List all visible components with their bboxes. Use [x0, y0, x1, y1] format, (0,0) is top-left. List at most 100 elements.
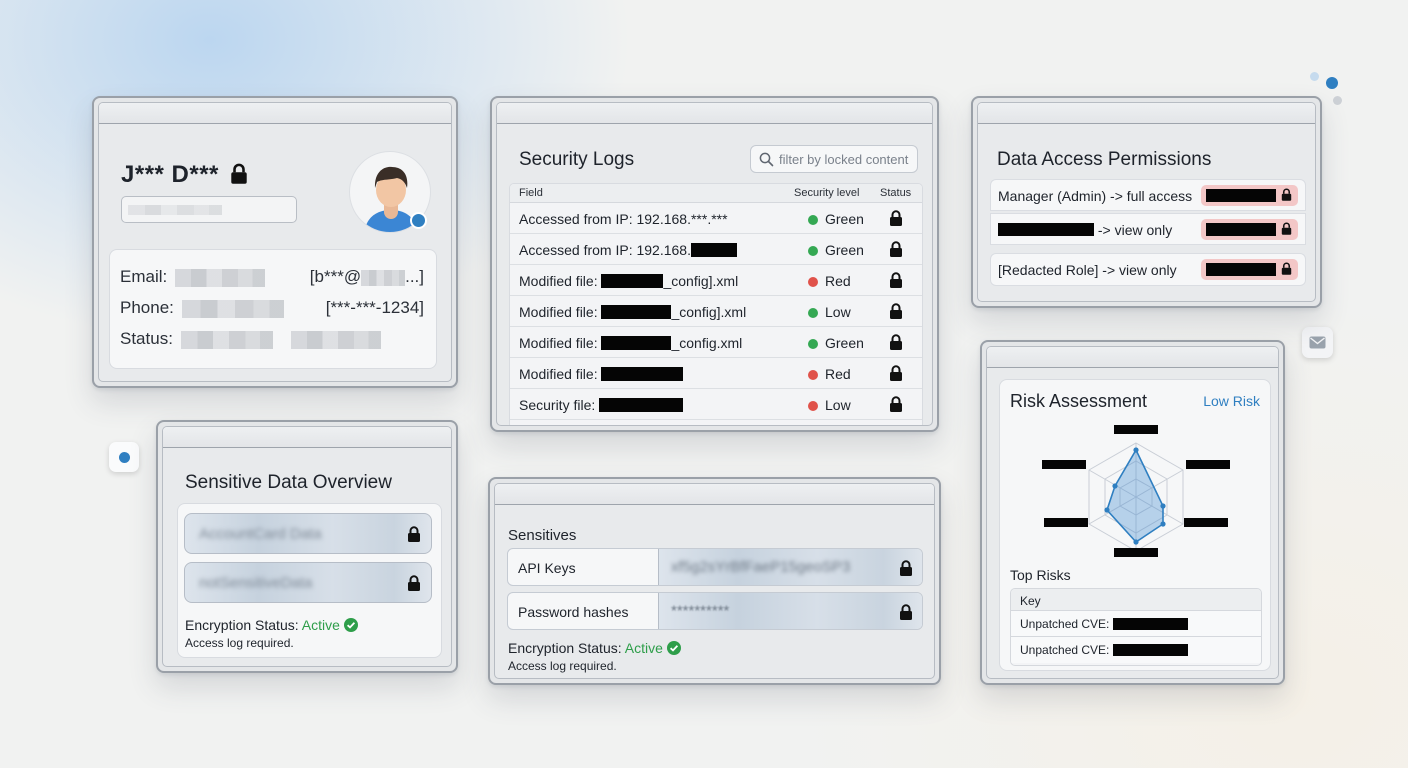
- search-icon: [759, 152, 774, 167]
- sensitive-overview-window: Sensitive Data Overview AccountCard Data…: [156, 420, 458, 673]
- blurred-field-2[interactable]: notSensitiveData: [184, 562, 432, 603]
- log-row[interactable]: Accessed from IP: 192.168. Green: [510, 234, 922, 265]
- status-row: Status:: [120, 329, 382, 349]
- check-circle-icon: [343, 618, 358, 632]
- permission-label: Manager (Admin) -> full access: [998, 188, 1193, 204]
- lock-icon: [1281, 188, 1292, 201]
- redacted-value-badge[interactable]: [1201, 219, 1298, 240]
- risk-radar-chart: [1042, 425, 1230, 557]
- status-chip[interactable]: [109, 442, 139, 472]
- risk-window: Risk Assessment Low Risk Top Risks Key U…: [980, 340, 1285, 685]
- profile-details-card: Email: [b***@...] Phone: [***-***-1234] …: [109, 249, 437, 369]
- lock-icon: [889, 272, 903, 288]
- phone-row: Phone:: [120, 298, 284, 318]
- blurred-value: **********: [658, 593, 922, 629]
- mail-icon: [1309, 336, 1326, 349]
- log-row[interactable]: Security file: Low: [510, 389, 922, 420]
- risk-level-badge[interactable]: Low Risk: [1203, 393, 1260, 409]
- lock-icon: [407, 575, 421, 591]
- mail-chip[interactable]: [1302, 327, 1333, 358]
- log-row[interactable]: Modified file: _config].xml Red: [510, 265, 922, 296]
- permissions-window: Data Access Permissions Manager (Admin) …: [971, 96, 1322, 308]
- redacted-block: [601, 304, 672, 319]
- search-input[interactable]: filter by locked content: [750, 145, 918, 173]
- log-row[interactable]: Modified file: _config].xml Low: [510, 296, 922, 327]
- access-log-note: Access log required.: [185, 636, 294, 650]
- blurred-value: xf5g2sYrBfFaeP15geoSP3: [658, 549, 922, 585]
- lock-icon: [889, 303, 903, 319]
- redacted-block: [599, 397, 684, 412]
- security-logs-table: Field Security level Status Accessed fro…: [509, 183, 923, 425]
- avatar-online-dot: [410, 212, 427, 229]
- risk-row[interactable]: Unpatched CVE:: [1011, 611, 1261, 637]
- permission-row[interactable]: [Redacted Role] -> view only: [990, 253, 1306, 286]
- col-security-level: Security level: [794, 187, 860, 199]
- redacted-block: [1113, 644, 1188, 656]
- permission-label: [Redacted Role] -> view only: [998, 262, 1177, 278]
- security-logs-titlebar[interactable]: [497, 103, 932, 124]
- level-dot: [808, 246, 818, 257]
- lock-icon: [889, 241, 903, 257]
- lock-icon: [899, 604, 913, 620]
- sensitive-overview-title: Sensitive Data Overview: [185, 472, 392, 493]
- sensitives-title: Sensitives: [508, 527, 577, 544]
- level-dot: [808, 277, 818, 288]
- risk-row[interactable]: Unpatched CVE:: [1011, 637, 1261, 663]
- log-level: Red: [808, 366, 851, 382]
- redacted-block: [1113, 618, 1188, 630]
- log-field: Security file:: [519, 397, 684, 413]
- sensitive-row[interactable]: API Keys xf5g2sYrBfFaeP15geoSP3: [507, 548, 923, 586]
- profile-name: J*** D***: [121, 161, 219, 188]
- lock-icon: [889, 396, 903, 412]
- level-dot: [808, 215, 818, 226]
- security-logs-title: Security Logs: [519, 149, 635, 170]
- sensitives-titlebar[interactable]: [495, 484, 934, 505]
- permissions-titlebar[interactable]: [978, 103, 1315, 124]
- profile-name-input[interactable]: [121, 196, 297, 223]
- permission-row[interactable]: Manager (Admin) -> full access: [990, 179, 1306, 211]
- redacted-value-badge[interactable]: [1201, 185, 1298, 206]
- log-field: Accessed from IP: 192.168.: [519, 242, 737, 258]
- log-field: Modified file: _config].xml: [519, 273, 739, 289]
- phone-label: Phone:: [120, 298, 174, 317]
- redacted-block: [690, 242, 737, 257]
- sensitive-overview-card: AccountCard Data notSensitiveData Encryp…: [177, 503, 442, 658]
- redacted-block: [998, 223, 1094, 237]
- level-dot: [808, 401, 818, 412]
- lock-icon: [889, 334, 903, 350]
- log-level: Green: [808, 335, 864, 351]
- profile-window: J*** D*** Email: [b***@...] Phone: [***-…: [92, 96, 458, 388]
- profile-titlebar[interactable]: [99, 103, 451, 124]
- blurred-field-1[interactable]: AccountCard Data: [184, 513, 432, 554]
- redacted-block: [601, 335, 672, 350]
- log-row[interactable]: Modified file: Red: [510, 358, 922, 389]
- level-dot: [808, 308, 818, 319]
- risk-titlebar[interactable]: [987, 347, 1278, 368]
- redacted-block: [601, 366, 684, 381]
- radar-area: [1106, 448, 1164, 544]
- sensitive-overview-titlebar[interactable]: [163, 427, 451, 448]
- encryption-status: Encryption Status: Active: [185, 617, 358, 633]
- log-row[interactable]: Accessed from IP: 192.168.***.*** Green: [510, 203, 922, 234]
- sensitives-encryption-status: Encryption Status: Active: [508, 640, 681, 656]
- risk-card: Risk Assessment Low Risk Top Risks Key U…: [999, 379, 1271, 671]
- sensitives-window: Sensitives API Keys xf5g2sYrBfFaeP15geoSP…: [488, 477, 941, 685]
- sensitive-row[interactable]: Password hashes **********: [507, 592, 923, 630]
- log-level: Green: [808, 211, 864, 227]
- encryption-value: Active: [301, 617, 340, 633]
- redacted-block: [601, 273, 664, 288]
- permission-row[interactable]: -> view only: [990, 213, 1306, 245]
- redacted-value-badge[interactable]: [1201, 259, 1298, 280]
- risk-label: Unpatched CVE:: [1020, 617, 1110, 631]
- log-field: Modified file:: [519, 366, 684, 382]
- profile-name-row: J*** D***: [121, 161, 248, 189]
- risk-label: Unpatched CVE:: [1020, 643, 1110, 657]
- decor-dot-grey: [1333, 96, 1342, 105]
- search-placeholder: filter by locked content: [779, 152, 909, 167]
- risk-title: Risk Assessment: [1010, 391, 1148, 411]
- email-value: [b***@...]: [309, 267, 424, 286]
- email-row: Email:: [120, 267, 265, 287]
- log-row[interactable]: Modified file: _config.xml Green: [510, 327, 922, 358]
- sensitive-label: API Keys: [518, 560, 576, 576]
- lock-icon: [889, 365, 903, 381]
